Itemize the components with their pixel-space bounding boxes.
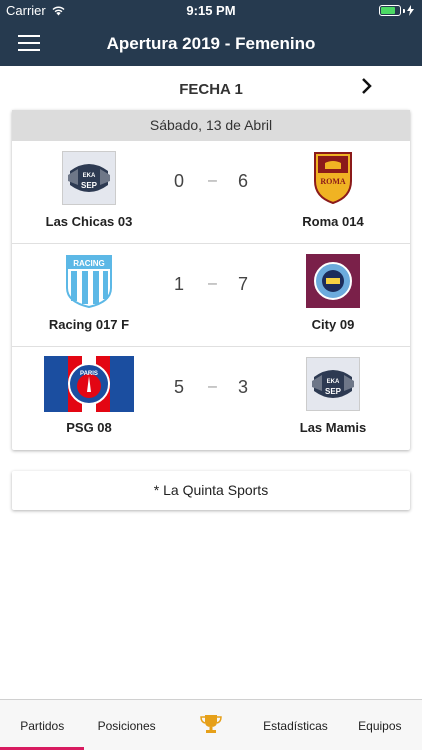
score-separator: – — [208, 378, 217, 395]
battery-icon — [379, 5, 401, 16]
home-score: 0 — [174, 171, 185, 191]
home-score: 5 — [174, 377, 185, 397]
city-crest-icon — [268, 253, 398, 309]
svg-text:EKA: EKA — [83, 173, 96, 179]
status-bar: Carrier 9:15 PM — [0, 0, 422, 22]
match-row[interactable]: PARIS PSG 08 5 – 3 EKA SEP Las Mamis — [12, 347, 410, 450]
page-title: Apertura 2019 - Femenino — [106, 34, 316, 53]
away-team-name: City 09 — [311, 317, 355, 332]
home-team-name: Racing 017 F — [48, 317, 130, 332]
svg-text:SEP: SEP — [81, 181, 98, 190]
svg-text:ROMA: ROMA — [320, 177, 346, 186]
match-date-header: Sábado, 13 de Abril — [12, 110, 410, 141]
home-team[interactable]: RACING Racing 017 F — [24, 253, 154, 332]
sep-crest-icon: EKA SEP — [24, 150, 154, 206]
home-team-name: PSG 08 — [66, 420, 112, 435]
roma-crest-icon: ROMA — [268, 150, 398, 206]
battery-indicator — [379, 5, 414, 16]
away-team[interactable]: EKA SEP Las Mamis — [268, 356, 398, 435]
tab-estadisticas[interactable]: Estadísticas — [253, 700, 337, 750]
svg-text:EKA: EKA — [327, 379, 340, 385]
away-team-name: Las Mamis — [299, 420, 367, 435]
home-team[interactable]: PARIS PSG 08 — [24, 356, 154, 435]
home-score: 1 — [174, 274, 185, 294]
svg-text:SEP: SEP — [325, 387, 342, 396]
psg-crest-icon: PARIS — [24, 356, 154, 412]
racing-crest-icon: RACING — [24, 253, 154, 309]
charging-bolt-icon — [407, 5, 414, 16]
round-label: FECHA 1 — [179, 81, 243, 98]
sep-crest-icon: EKA SEP — [268, 356, 398, 412]
tab-partidos[interactable]: Partidos — [0, 700, 85, 750]
match-row[interactable]: EKA SEP Las Chicas 03 0 – 6 ROMA Roma 01… — [12, 141, 410, 244]
away-score: 7 — [238, 274, 249, 294]
tab-posiciones[interactable]: Posiciones — [84, 700, 168, 750]
round-selector: FECHA 1 — [0, 66, 422, 110]
away-score: 6 — [238, 171, 249, 191]
sponsor-banner[interactable]: * La Quinta Sports — [12, 471, 410, 510]
away-team[interactable]: ROMA Roma 014 — [268, 150, 398, 229]
tab-label: Posiciones — [97, 719, 156, 733]
battery-level — [381, 7, 396, 14]
svg-text:RACING: RACING — [73, 259, 105, 268]
trophy-icon — [200, 715, 222, 733]
match-row[interactable]: RACING Racing 017 F 1 – 7 City 09 — [12, 244, 410, 347]
away-team-name: Roma 014 — [302, 214, 364, 229]
tab-label: Partidos — [20, 719, 65, 733]
home-team-name: Las Chicas 03 — [45, 214, 133, 229]
navigation-bar: Apertura 2019 - Femenino — [0, 22, 422, 66]
chevron-right-icon[interactable] — [360, 76, 374, 102]
away-score: 3 — [238, 377, 249, 397]
score-separator: – — [208, 275, 217, 292]
tab-bar: Partidos Posiciones Estadísticas Equipos — [0, 699, 422, 750]
matches-card: Sábado, 13 de Abril EKA SEP Las Chicas 0… — [12, 110, 410, 450]
tab-trophy[interactable] — [169, 700, 253, 750]
tab-label: Equipos — [358, 719, 402, 733]
home-team[interactable]: EKA SEP Las Chicas 03 — [24, 150, 154, 229]
away-team[interactable]: City 09 — [268, 253, 398, 332]
clock: 9:15 PM — [186, 3, 236, 18]
battery-tip — [403, 8, 405, 13]
tab-equipos[interactable]: Equipos — [338, 700, 422, 750]
score-separator: – — [208, 172, 217, 189]
tab-label: Estadísticas — [263, 719, 328, 733]
